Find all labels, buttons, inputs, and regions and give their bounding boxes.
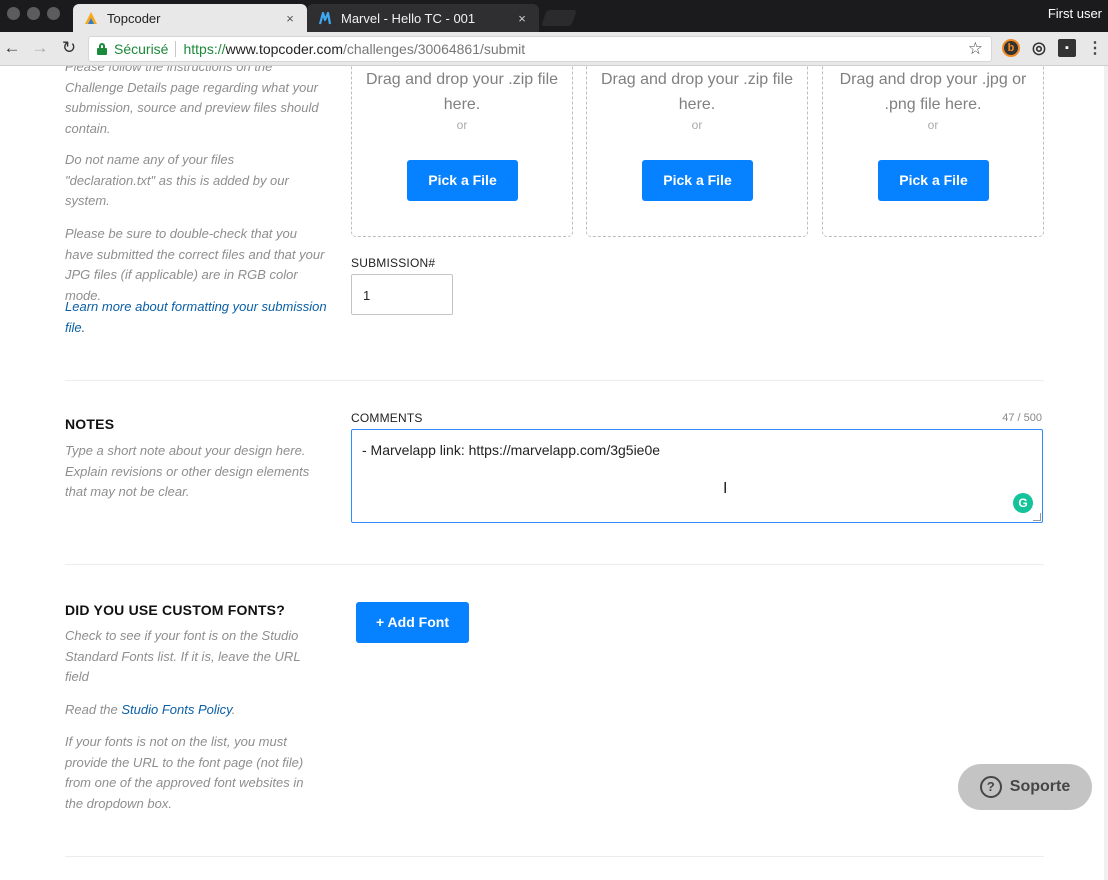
- url-scheme: https://: [183, 41, 226, 57]
- comments-value: - Marvelapp link: https://marvelapp.com/…: [362, 442, 661, 458]
- drop-zone-submission[interactable]: Drag and drop your .zip file here. or Pi…: [351, 66, 573, 237]
- comments-textarea[interactable]: - Marvelapp link: https://marvelapp.com/…: [351, 429, 1043, 523]
- support-label: Soporte: [1009, 778, 1071, 795]
- drop-zone-or: or: [927, 118, 939, 132]
- submission-number-label: SUBMISSION#: [351, 256, 436, 270]
- custom-fonts-title: DID YOU USE CUSTOM FONTS?: [65, 602, 285, 618]
- tab-marvel[interactable]: Marvel - Hello TC - 001 ×: [307, 4, 539, 32]
- drop-zone-text: Drag and drop your .zip file here.: [600, 71, 794, 113]
- tab-title: Topcoder: [107, 10, 161, 26]
- extension-target-icon[interactable]: ◎: [1030, 39, 1048, 57]
- upload-help-paragraph: Do not name any of your files "declarati…: [65, 152, 289, 208]
- maximize-window-icon[interactable]: [47, 7, 60, 20]
- upload-help-paragraph: Please be sure to double-check that you …: [65, 226, 325, 303]
- secure-label: Sécurisé: [114, 41, 169, 57]
- comments-label: COMMENTS: [351, 411, 423, 425]
- page-scrollbar[interactable]: [1104, 66, 1108, 880]
- reload-icon[interactable]: ↻: [59, 38, 79, 58]
- profile-name[interactable]: First user: [1048, 6, 1102, 21]
- browser-toolbar: ← → ↻ Sécurisé https:// www.topcoder.com…: [0, 32, 1108, 66]
- notes-help-text: Type a short note about your design here…: [65, 443, 310, 499]
- comments-char-count: 47 / 500: [1002, 412, 1042, 424]
- back-icon[interactable]: ←: [2, 38, 22, 58]
- url-path: /challenges/30064861/submit: [343, 41, 526, 57]
- upload-help-link-paragraph: Learn more about formatting your submiss…: [65, 297, 327, 338]
- menu-kebab-icon[interactable]: ⋮: [1086, 39, 1104, 57]
- pick-file-button[interactable]: Pick a File: [642, 160, 753, 201]
- fonts-policy-prefix: Read the: [65, 702, 122, 717]
- drop-zone-source[interactable]: Drag and drop your .zip file here. or Pi…: [586, 66, 808, 237]
- drop-zone-or: or: [691, 118, 703, 132]
- upload-help-paragraph: Please follow the instructions on the Ch…: [65, 66, 319, 136]
- fonts-policy-suffix: .: [231, 702, 236, 717]
- extension-b-icon[interactable]: b: [1002, 39, 1020, 57]
- drop-zone-text: Drag and drop your .jpg or .png file her…: [839, 71, 1027, 113]
- section-divider: [65, 856, 1044, 857]
- pick-file-button[interactable]: Pick a File: [407, 160, 518, 201]
- text-cursor-icon: I: [723, 480, 728, 497]
- omnibox-separator: [175, 41, 177, 57]
- bookmark-star-icon[interactable]: ☆: [968, 39, 983, 59]
- close-window-icon[interactable]: [7, 7, 20, 20]
- marvel-favicon-icon: [318, 11, 332, 25]
- notes-title: NOTES: [65, 416, 115, 432]
- drop-zone-or: or: [456, 118, 468, 132]
- support-button[interactable]: ? Soporte: [958, 764, 1092, 810]
- section-divider: [65, 564, 1044, 565]
- fonts-help-text-2: If your fonts is not on the list, you mu…: [65, 734, 304, 811]
- extension-square-icon[interactable]: ▪: [1058, 39, 1076, 57]
- tab-topcoder[interactable]: Topcoder ×: [73, 4, 307, 32]
- formatting-help-link[interactable]: Learn more about formatting your submiss…: [65, 299, 327, 335]
- tab-title: Marvel - Hello TC - 001: [341, 10, 476, 26]
- topcoder-favicon-icon: [85, 12, 97, 24]
- drop-zone-preview[interactable]: Drag and drop your .jpg or .png file her…: [822, 66, 1044, 237]
- lock-icon: [97, 43, 107, 55]
- drop-zone-text: Drag and drop your .zip file here.: [365, 71, 559, 113]
- browser-titlebar: Topcoder × Marvel - Hello TC - 001 × Fir…: [0, 0, 1108, 32]
- grammarly-icon[interactable]: G: [1013, 493, 1033, 513]
- help-question-icon: ?: [979, 776, 1002, 798]
- close-tab-icon[interactable]: ×: [515, 11, 529, 26]
- submission-number-input[interactable]: 1: [351, 274, 453, 315]
- studio-fonts-policy-link[interactable]: Studio Fonts Policy: [121, 702, 231, 717]
- minimize-window-icon[interactable]: [27, 7, 40, 20]
- section-divider: [65, 380, 1044, 381]
- add-font-button[interactable]: + Add Font: [356, 602, 469, 643]
- fonts-policy-paragraph: Read the Studio Fonts Policy.: [65, 700, 327, 721]
- url-host: www.topcoder.com: [225, 41, 344, 57]
- page-content: Please follow the instructions on the Ch…: [0, 66, 1108, 880]
- fonts-help-text: Check to see if your font is on the Stud…: [65, 628, 301, 684]
- resize-handle-icon[interactable]: [1033, 513, 1041, 521]
- address-bar[interactable]: Sécurisé https:// www.topcoder.com /chal…: [88, 36, 992, 62]
- forward-icon[interactable]: →: [30, 38, 50, 58]
- new-tab-button[interactable]: [541, 10, 577, 26]
- close-tab-icon[interactable]: ×: [283, 11, 297, 26]
- pick-file-button[interactable]: Pick a File: [878, 160, 989, 201]
